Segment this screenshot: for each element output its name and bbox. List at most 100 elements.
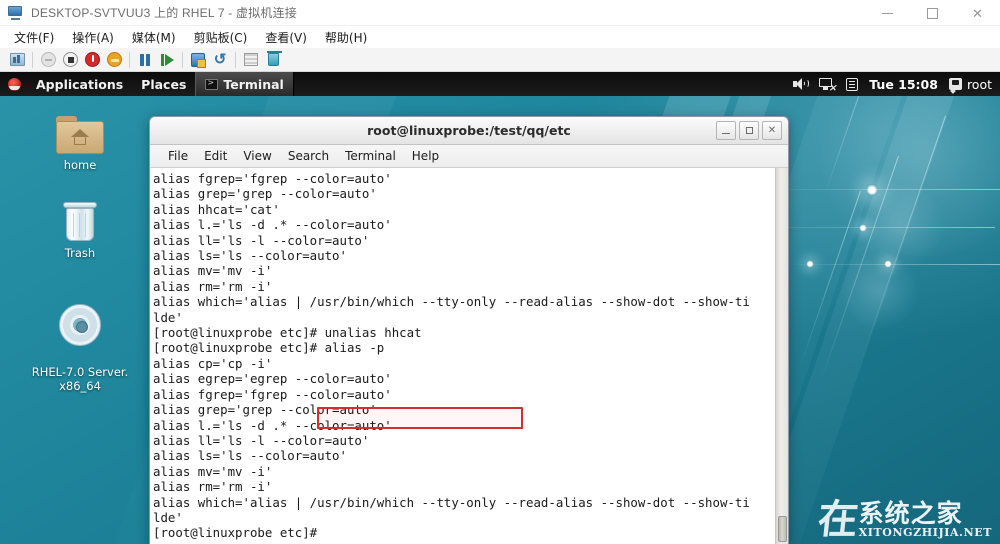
guest-desktop: Applications Places Terminal ✕ Tue 15:08 bbox=[0, 72, 1000, 544]
terminal-window: root@linuxprobe:/test/qq/etc ✕ File Edit… bbox=[149, 116, 789, 544]
home-folder-icon bbox=[25, 102, 135, 154]
vm-toolbar: ↺ bbox=[0, 48, 1000, 72]
desktop-icon-home-label: home bbox=[25, 158, 135, 172]
toolbar-separator bbox=[182, 52, 183, 68]
terminal-command-line-highlighted: [root@linuxprobe etc]# alias -p bbox=[153, 340, 788, 355]
terminal-menu-view[interactable]: View bbox=[235, 147, 279, 165]
desktop-icon-trash-label: Trash bbox=[25, 246, 135, 260]
terminal-line: alias l.='ls -d .* --color=auto' bbox=[153, 418, 788, 433]
terminal-line: lde' bbox=[153, 510, 788, 525]
toolbar-separator bbox=[129, 52, 130, 68]
terminal-menu-file[interactable]: File bbox=[160, 147, 196, 165]
terminal-line: alias fgrep='fgrep --color=auto' bbox=[153, 387, 788, 402]
panel-window-terminal-label: Terminal bbox=[223, 77, 283, 92]
start-icon[interactable] bbox=[37, 49, 59, 71]
watermark-logo: 在 bbox=[816, 502, 857, 538]
terminal-line: alias cp='cp -i' bbox=[153, 356, 788, 371]
watermark-en-text: XITONGZHIJIA.NET bbox=[859, 526, 992, 540]
panel-applications-menu[interactable]: Applications bbox=[27, 72, 132, 96]
terminal-line: alias mv='mv -i' bbox=[153, 464, 788, 479]
terminal-output[interactable]: alias fgrep='fgrep --color=auto' alias g… bbox=[150, 168, 788, 544]
cd-disc-icon bbox=[25, 294, 135, 346]
vm-menu-clipboard[interactable]: 剪贴板(C) bbox=[185, 27, 257, 48]
vm-minimize-button[interactable] bbox=[865, 0, 910, 26]
resume-icon[interactable] bbox=[156, 49, 178, 71]
vm-menu-file[interactable]: 文件(F) bbox=[5, 27, 63, 48]
terminal-icon bbox=[205, 79, 218, 90]
toolbar-separator bbox=[32, 52, 33, 68]
pause-icon[interactable] bbox=[134, 49, 156, 71]
vm-close-button[interactable]: ✕ bbox=[955, 0, 1000, 26]
watermark: 在 系统之家 XITONGZHIJIA.NET bbox=[818, 501, 992, 540]
panel-user-label: root bbox=[967, 77, 992, 92]
network-disconnected-icon[interactable]: ✕ bbox=[819, 78, 835, 91]
accessibility-icon[interactable] bbox=[846, 78, 858, 91]
terminal-scrollbar-thumb[interactable] bbox=[778, 516, 787, 542]
terminal-line: alias hhcat='cat' bbox=[153, 202, 788, 217]
save-state-icon[interactable] bbox=[103, 49, 125, 71]
virtual-machine-icon bbox=[8, 6, 24, 20]
revert-icon[interactable]: ↺ bbox=[209, 49, 231, 71]
terminal-title-text: root@linuxprobe:/test/qq/etc bbox=[367, 123, 571, 138]
terminal-scrollbar[interactable] bbox=[775, 168, 788, 544]
ctrl-alt-del-icon[interactable] bbox=[6, 49, 28, 71]
user-icon bbox=[949, 78, 962, 90]
shutdown-icon[interactable] bbox=[59, 49, 81, 71]
terminal-menu-help[interactable]: Help bbox=[404, 147, 447, 165]
terminal-line: alias l.='ls -d .* --color=auto' bbox=[153, 217, 788, 232]
vm-menu-media[interactable]: 媒体(M) bbox=[123, 27, 185, 48]
turn-off-icon[interactable] bbox=[81, 49, 103, 71]
desktop-icon-rhel-disc-label: RHEL-7.0 Server. x86_64 bbox=[25, 365, 135, 394]
terminal-line: alias which='alias | /usr/bin/which --tt… bbox=[153, 495, 788, 510]
terminal-line: alias grep='grep --color=auto' bbox=[153, 186, 788, 201]
terminal-line: alias rm='rm -i' bbox=[153, 279, 788, 294]
vm-menubar: 文件(F) 操作(A) 媒体(M) 剪贴板(C) 查看(V) 帮助(H) bbox=[0, 26, 1000, 48]
terminal-line: alias ls='ls --color=auto' bbox=[153, 248, 788, 263]
redhat-logo-icon bbox=[8, 78, 21, 91]
terminal-maximize-button[interactable] bbox=[739, 121, 759, 140]
panel-places-menu[interactable]: Places bbox=[132, 72, 195, 96]
terminal-menu-search[interactable]: Search bbox=[280, 147, 337, 165]
terminal-menubar: File Edit View Search Terminal Help bbox=[150, 145, 788, 168]
terminal-command-line: [root@linuxprobe etc]# unalias hhcat bbox=[153, 325, 788, 340]
terminal-menu-terminal[interactable]: Terminal bbox=[337, 147, 404, 165]
terminal-line: alias egrep='egrep --color=auto' bbox=[153, 371, 788, 386]
terminal-line: alias rm='rm -i' bbox=[153, 479, 788, 494]
terminal-line: lde' bbox=[153, 310, 788, 325]
terminal-window-controls: ✕ bbox=[716, 121, 782, 140]
terminal-close-button[interactable]: ✕ bbox=[762, 121, 782, 140]
checkpoint-icon[interactable] bbox=[240, 49, 262, 71]
terminal-line: alias mv='mv -i' bbox=[153, 263, 788, 278]
vm-menu-view[interactable]: 查看(V) bbox=[256, 27, 316, 48]
vm-menu-action[interactable]: 操作(A) bbox=[63, 27, 123, 48]
terminal-line: alias ll='ls -l --color=auto' bbox=[153, 433, 788, 448]
panel-clock[interactable]: Tue 15:08 bbox=[869, 77, 938, 92]
terminal-prompt-line: [root@linuxprobe etc]# bbox=[153, 525, 788, 540]
snapshot-icon[interactable] bbox=[187, 49, 209, 71]
terminal-prompt-text: [root@linuxprobe etc]# bbox=[153, 525, 325, 540]
terminal-titlebar: root@linuxprobe:/test/qq/etc ✕ bbox=[150, 117, 788, 145]
terminal-line: alias fgrep='fgrep --color=auto' bbox=[153, 171, 788, 186]
panel-window-terminal[interactable]: Terminal bbox=[195, 72, 293, 96]
terminal-minimize-button[interactable] bbox=[716, 121, 736, 140]
desktop-icon-rhel-disc[interactable]: RHEL-7.0 Server. x86_64 bbox=[25, 280, 135, 408]
terminal-line: alias grep='grep --color=auto' bbox=[153, 402, 788, 417]
toolbar-separator bbox=[235, 52, 236, 68]
terminal-line: alias ls='ls --color=auto' bbox=[153, 448, 788, 463]
terminal-line: alias ll='ls -l --color=auto' bbox=[153, 233, 788, 248]
watermark-cn-text: 系统之家 bbox=[859, 501, 992, 526]
enhanced-session-icon[interactable] bbox=[262, 49, 284, 71]
screen: DESKTOP-SVTVUU3 上的 RHEL 7 - 虚拟机连接 ✕ 文件(F… bbox=[0, 0, 1000, 544]
vm-window-title: DESKTOP-SVTVUU3 上的 RHEL 7 - 虚拟机连接 bbox=[31, 4, 297, 21]
desktop-icon-trash[interactable]: Trash bbox=[25, 190, 135, 260]
desktop-icon-home[interactable]: home bbox=[25, 102, 135, 172]
vm-menu-help[interactable]: 帮助(H) bbox=[316, 27, 376, 48]
volume-icon[interactable] bbox=[793, 78, 808, 90]
vm-titlebar: DESKTOP-SVTVUU3 上的 RHEL 7 - 虚拟机连接 ✕ bbox=[0, 0, 1000, 26]
vm-maximize-button[interactable] bbox=[910, 0, 955, 26]
gnome-top-panel: Applications Places Terminal ✕ Tue 15:08 bbox=[0, 72, 1000, 96]
trash-icon bbox=[25, 190, 135, 242]
terminal-menu-edit[interactable]: Edit bbox=[196, 147, 235, 165]
panel-user-menu[interactable]: root bbox=[949, 77, 992, 92]
terminal-line: alias which='alias | /usr/bin/which --tt… bbox=[153, 294, 788, 309]
